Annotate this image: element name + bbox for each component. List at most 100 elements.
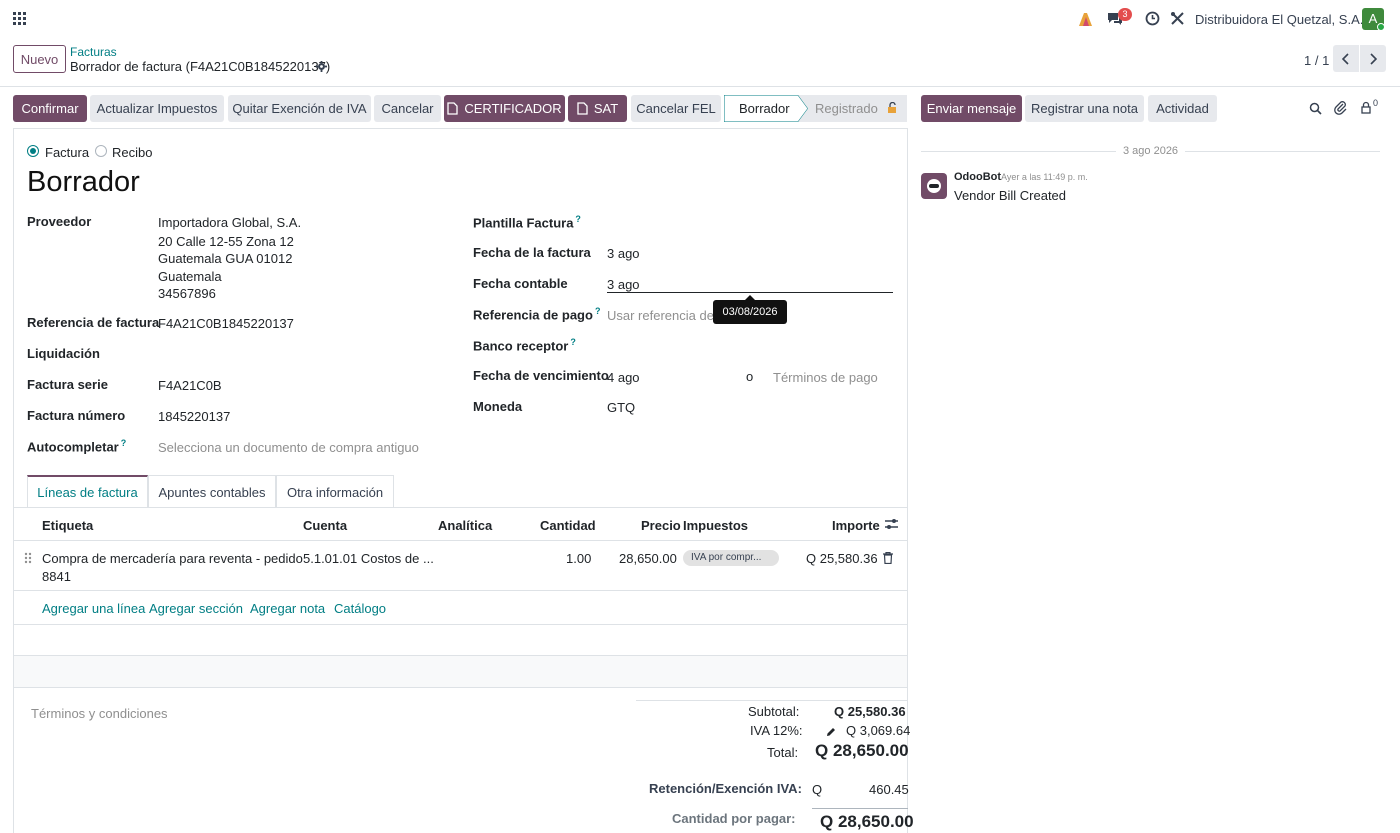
amount-due-label: Cantidad por pagar:	[672, 811, 796, 826]
tab-journal-items[interactable]: Apuntes contables	[148, 475, 276, 508]
pager-value[interactable]: 1 / 1	[1304, 53, 1329, 68]
currency-field[interactable]: GTQ	[607, 400, 635, 415]
total-label: Total:	[767, 745, 799, 760]
avatar-letter: A	[1368, 11, 1378, 26]
payment-ref-input[interactable]: Usar referencia de f	[607, 308, 721, 323]
followers-count: 0	[1373, 98, 1379, 108]
bank-field[interactable]	[607, 334, 893, 354]
confirm-button[interactable]: Confirmar	[13, 95, 87, 122]
radio-invoice[interactable]	[27, 145, 39, 157]
payment-terms-input[interactable]: Términos de pago	[773, 370, 878, 385]
sat-button[interactable]: SAT	[568, 95, 627, 122]
gear-icon[interactable]	[316, 60, 327, 72]
subtotal-label: Subtotal:	[748, 704, 800, 719]
line-quantity[interactable]: 1.00	[566, 551, 591, 566]
search-icon[interactable]	[1309, 102, 1322, 115]
invoice-ref-label: Referencia de factura	[27, 315, 160, 330]
vendor-name[interactable]: Importadora Global, S.A.	[158, 215, 301, 230]
activity-button[interactable]: Actividad	[1148, 95, 1217, 122]
tax-tag[interactable]: IVA por compr...	[683, 550, 779, 566]
update-taxes-button[interactable]: Actualizar Impuestos	[90, 95, 224, 122]
radio-receipt[interactable]	[95, 145, 107, 157]
invoice-date-label: Fecha de la factura	[473, 245, 591, 260]
trash-icon[interactable]	[883, 551, 893, 565]
top-navbar	[0, 0, 1400, 38]
col-header-price[interactable]: Precio	[641, 518, 681, 533]
line-price[interactable]: 28,650.00	[619, 551, 677, 566]
add-section-link[interactable]: Agregar sección	[149, 601, 243, 616]
col-header-taxes[interactable]: Impuestos	[683, 518, 748, 533]
breadcrumb-facturas[interactable]: Facturas	[70, 45, 117, 59]
debug-tools-icon[interactable]	[1170, 11, 1185, 26]
subtotal-value: Q 25,580.36	[834, 704, 906, 719]
status-posted-label: Registrado	[815, 101, 878, 116]
certifier-button[interactable]: CERTIFICADOR	[444, 95, 565, 122]
line-label[interactable]: Compra de mercadería para reventa - pedi…	[42, 551, 303, 566]
catalog-link[interactable]: Catálogo	[334, 601, 386, 616]
autocomplete-label: Autocompletar?	[27, 438, 127, 455]
cancel-fel-button[interactable]: Cancelar FEL	[631, 95, 721, 122]
activity-clock-icon[interactable]	[1145, 11, 1160, 26]
retention-value[interactable]: 460.45	[869, 782, 909, 797]
add-line-link[interactable]: Agregar una línea	[42, 601, 145, 616]
cancel-button[interactable]: Cancelar	[374, 95, 441, 122]
col-header-analytic[interactable]: Analítica	[438, 518, 492, 533]
pager-next-button[interactable]	[1360, 45, 1386, 72]
amount-due-border	[812, 808, 908, 809]
followers-icon[interactable]	[1360, 101, 1372, 114]
pager-prev-button[interactable]	[1333, 45, 1359, 72]
col-header-account[interactable]: Cuenta	[303, 518, 347, 533]
tab-other-info[interactable]: Otra información	[276, 475, 394, 508]
drag-handle-icon[interactable]	[24, 552, 32, 564]
col-header-quantity[interactable]: Cantidad	[540, 518, 596, 533]
payment-ref-label: Referencia de pago?	[473, 306, 601, 323]
liquidation-label: Liquidación	[27, 346, 100, 361]
message-author: OdooBot	[954, 171, 1002, 183]
vendor-address-street: 20 Calle 12-55 Zona 12	[158, 234, 294, 249]
amount-due-value: Q 28,650.00	[820, 812, 914, 831]
paperclip-icon[interactable]	[1334, 100, 1348, 115]
online-status-dot	[1377, 23, 1385, 31]
template-label-text: Plantilla Factura	[473, 215, 574, 231]
sat-label: SAT	[593, 101, 619, 116]
liquidation-field[interactable]	[158, 342, 438, 362]
invoice-serie-field[interactable]: F4A21C0B	[158, 378, 222, 393]
template-field[interactable]	[607, 210, 893, 230]
totals-top-border	[636, 700, 908, 701]
chevron-right-icon	[1370, 52, 1377, 65]
odoobot-avatar	[921, 173, 947, 199]
status-posted[interactable]: Registrado	[815, 101, 898, 116]
tab-invoice-lines[interactable]: Líneas de factura	[27, 475, 148, 508]
pdf-icon	[447, 102, 459, 115]
invoice-ref-field[interactable]: F4A21C0B1845220137	[158, 316, 294, 331]
app-menu-icon[interactable]	[13, 12, 26, 25]
invoice-number-field[interactable]: 1845220137	[158, 409, 230, 424]
currency-label: Moneda	[473, 399, 523, 414]
control-panel-divider	[0, 86, 1400, 87]
edit-tax-pencil-icon[interactable]	[826, 725, 836, 736]
record-title: Borrador de factura (F4A21C0B1845220137)	[70, 59, 331, 74]
date-separator-line-left	[921, 151, 1116, 152]
optional-columns-icon[interactable]	[885, 518, 898, 531]
remove-iva-exemption-button[interactable]: Quitar Exención de IVA	[228, 95, 371, 122]
log-note-button[interactable]: Registrar una nota	[1025, 95, 1144, 122]
autocomplete-input[interactable]: Selecciona un documento de compra antigu…	[158, 440, 419, 455]
new-button[interactable]: Nuevo	[13, 45, 66, 73]
empty-row-border-2	[13, 687, 908, 688]
terms-conditions-input[interactable]: Términos y condiciones	[31, 706, 168, 721]
line-account[interactable]: 5.1.01.01 Costos de ...	[303, 551, 434, 566]
add-row-border	[13, 624, 908, 625]
col-header-label[interactable]: Etiqueta	[42, 518, 93, 533]
due-date-field[interactable]: 4 ago	[607, 370, 640, 385]
invoice-date-field[interactable]: 3 ago	[607, 246, 640, 261]
company-switcher[interactable]: Distribuidora El Quetzal, S.A.	[1195, 12, 1363, 27]
ai-icon[interactable]	[1078, 11, 1094, 27]
accounting-date-field[interactable]: 3 ago	[607, 277, 640, 292]
add-note-link[interactable]: Agregar nota	[250, 601, 325, 616]
send-message-button[interactable]: Enviar mensaje	[921, 95, 1022, 122]
retention-currency: Q	[812, 782, 823, 797]
unlock-icon	[887, 101, 898, 113]
pdf-icon	[577, 102, 588, 115]
col-header-amount[interactable]: Importe	[832, 518, 880, 533]
status-draft[interactable]: Borrador	[739, 101, 790, 116]
